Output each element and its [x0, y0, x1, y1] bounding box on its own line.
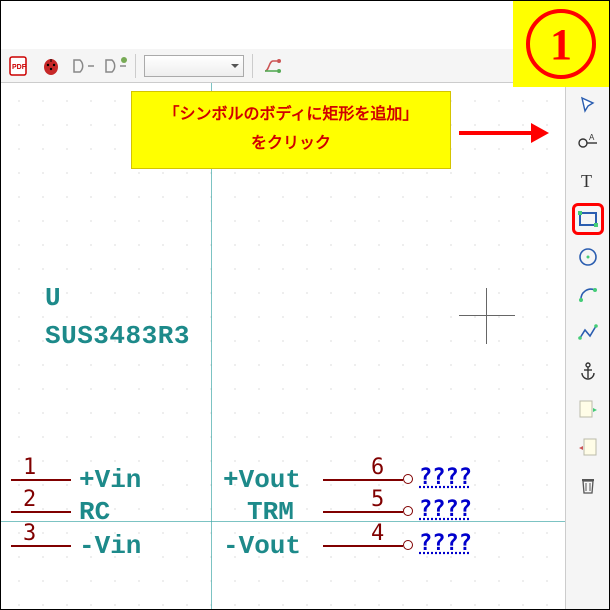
symbol-reference[interactable]: U [45, 283, 61, 313]
pin-name[interactable]: +Vin [79, 465, 141, 495]
pin-line [323, 511, 403, 513]
branch-icon[interactable] [261, 54, 285, 78]
pin-number[interactable]: 6 [371, 455, 384, 480]
gate-icon[interactable] [71, 54, 95, 78]
unit-dropdown[interactable] [144, 55, 244, 77]
pin-endpoint [403, 506, 413, 516]
net-placeholder[interactable]: ???? [419, 531, 472, 556]
import-icon[interactable] [572, 393, 604, 425]
pdf-icon[interactable]: PDF [7, 54, 31, 78]
callout-line1: 「シンボルのボディに矩形を追加」 [164, 101, 419, 130]
pin-line [323, 545, 403, 547]
pin-line [323, 479, 403, 481]
net-placeholder[interactable]: ???? [419, 465, 472, 490]
gate-add-icon[interactable] [103, 54, 127, 78]
net-placeholder[interactable]: ???? [419, 497, 472, 522]
pin-name[interactable]: RC [79, 497, 110, 527]
circle-tool-button[interactable] [572, 241, 604, 273]
anchor-tool-button[interactable] [572, 355, 604, 387]
pin-number[interactable]: 2 [23, 487, 36, 512]
trash-icon[interactable] [572, 469, 604, 501]
pin-number[interactable]: 4 [371, 521, 384, 546]
pin-line [11, 545, 71, 547]
callout-arrow [459, 123, 559, 143]
pin-endpoint [403, 474, 413, 484]
pin-line [11, 511, 71, 513]
pin-name[interactable]: -Vout [223, 531, 301, 561]
text-tool-button[interactable]: T [572, 165, 604, 197]
arc-tool-button[interactable] [572, 279, 604, 311]
pin-name[interactable]: +Vout [223, 465, 301, 495]
instruction-callout: 「シンボルのボディに矩形を追加」 をクリック [131, 91, 451, 169]
svg-text:A: A [589, 133, 595, 142]
svg-text:PDF: PDF [12, 64, 27, 71]
select-tool-button[interactable] [572, 89, 604, 121]
pin-name[interactable]: -Vin [79, 531, 141, 561]
export-icon[interactable] [572, 431, 604, 463]
pin-endpoint [403, 540, 413, 550]
pin-line [11, 479, 71, 481]
symbol-name[interactable]: SUS3483R3 [45, 321, 190, 351]
step-badge: 1 [513, 1, 609, 87]
toolbar-separator [135, 54, 136, 78]
step-number: 1 [526, 9, 596, 79]
pin-name[interactable]: TRM [247, 497, 294, 527]
right-toolbar: A T [565, 83, 609, 609]
svg-text:T: T [581, 171, 592, 191]
bug-icon[interactable] [39, 54, 63, 78]
callout-line2: をクリック [251, 130, 331, 159]
pin-number[interactable]: 1 [23, 455, 36, 480]
toolbar-separator [252, 54, 253, 78]
pin-number[interactable]: 3 [23, 521, 36, 546]
pin-tool-button[interactable]: A [572, 127, 604, 159]
pin-number[interactable]: 5 [371, 487, 384, 512]
cursor-crosshair [459, 288, 515, 344]
add-rectangle-button[interactable] [572, 203, 604, 235]
polyline-tool-button[interactable] [572, 317, 604, 349]
